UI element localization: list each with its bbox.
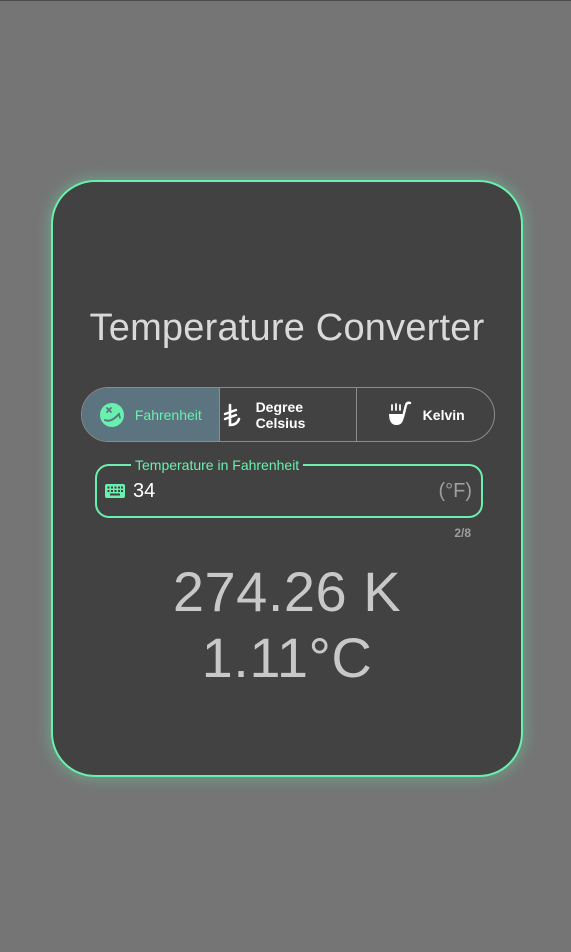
keyboard-icon	[104, 480, 126, 502]
converter-card: Temperature Converter Fahrenheit Degree	[51, 180, 523, 777]
unit-option-label: Degree Celsius	[255, 398, 306, 431]
top-divider	[0, 0, 571, 1]
celsius-result: 1.11°C	[201, 626, 373, 689]
unit-option-label: Kelvin	[422, 406, 465, 423]
unit-suffix: (°F)	[438, 480, 472, 502]
ladle-icon	[387, 401, 413, 428]
unit-option-fahrenheit[interactable]: Fahrenheit	[82, 388, 219, 441]
temperature-field: Temperature in Fahrenheit 34 (°F)	[95, 456, 483, 518]
kelvin-result: 274.26 K	[172, 560, 402, 623]
celsius-symbol-icon	[220, 402, 246, 428]
unit-option-label: Fahrenheit	[134, 406, 202, 423]
thermometer-face-icon	[99, 402, 125, 428]
character-counter: 2/8	[454, 526, 471, 540]
temperature-field-label: Temperature in Fahrenheit	[131, 456, 304, 474]
unit-option-celsius[interactable]: Degree Celsius	[218, 388, 357, 441]
unit-option-kelvin[interactable]: Kelvin	[356, 388, 494, 441]
unit-selector: Fahrenheit Degree Celsius Kelvin	[81, 387, 495, 442]
page-title: Temperature Converter	[89, 307, 485, 349]
temperature-input[interactable]	[133, 475, 413, 507]
